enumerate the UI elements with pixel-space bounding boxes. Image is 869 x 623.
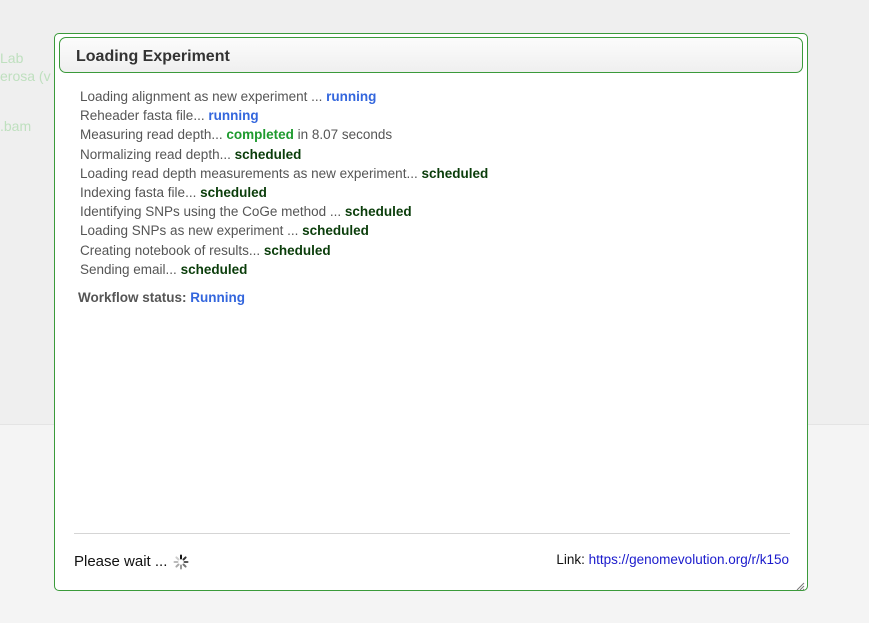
workflow-step-status: scheduled bbox=[344, 204, 412, 220]
workflow-step-status: completed bbox=[226, 127, 294, 143]
please-wait-indicator: Please wait ... bbox=[74, 553, 189, 570]
dialog-header[interactable]: Loading Experiment bbox=[59, 37, 803, 73]
share-link-url[interactable]: https://genomevolution.org/r/k15o bbox=[589, 552, 789, 567]
resize-grip-icon[interactable] bbox=[795, 578, 805, 591]
workflow-step-status: scheduled bbox=[200, 184, 267, 200]
workflow-step: Reheader fasta file... running bbox=[80, 106, 488, 125]
workflow-steps-list: Loading alignment as new experiment ... … bbox=[80, 87, 488, 279]
workflow-step-text: Measuring read depth... bbox=[80, 127, 227, 143]
workflow-step-status: running bbox=[326, 89, 377, 104]
workflow-step: Measuring read depth... completed in 8.0… bbox=[80, 125, 488, 144]
workflow-step-status: scheduled bbox=[421, 165, 489, 181]
background-text-genome: erosa (v bbox=[0, 68, 51, 84]
workflow-status: Workflow status: Running bbox=[78, 290, 245, 305]
workflow-step: Creating notebook of results... schedule… bbox=[80, 241, 488, 260]
workflow-step-status: scheduled bbox=[263, 242, 331, 258]
workflow-step: Identifying SNPs using the CoGe method .… bbox=[80, 202, 488, 221]
workflow-step-text: Creating notebook of results... bbox=[80, 242, 264, 258]
workflow-step-status: scheduled bbox=[234, 146, 302, 162]
background-text-lab: Lab bbox=[0, 50, 24, 66]
workflow-step-duration: in 8.07 seconds bbox=[293, 127, 393, 143]
footer-divider bbox=[74, 533, 790, 534]
workflow-step-text: Loading read depth measurements as new e… bbox=[80, 165, 422, 181]
dialog-title: Loading Experiment bbox=[76, 48, 230, 65]
workflow-step: Loading alignment as new experiment ... … bbox=[80, 87, 488, 106]
workflow-step-text: Indexing fasta file... bbox=[80, 184, 201, 200]
workflow-step-text: Loading SNPs as new experiment ... bbox=[80, 223, 303, 239]
workflow-step-text: Identifying SNPs using the CoGe method .… bbox=[80, 204, 345, 220]
workflow-step-status: scheduled bbox=[180, 261, 248, 277]
workflow-step-text: Normalizing read depth... bbox=[80, 146, 235, 162]
link-label: Link: bbox=[556, 552, 589, 567]
background-text-file: .bam bbox=[0, 118, 32, 134]
workflow-step: Normalizing read depth... scheduled bbox=[80, 145, 488, 164]
loading-spinner-icon bbox=[173, 554, 189, 570]
workflow-step-text: Sending email... bbox=[80, 261, 181, 277]
workflow-step-status: scheduled bbox=[302, 223, 369, 239]
workflow-step-status: running bbox=[208, 108, 259, 124]
loading-experiment-dialog: Loading Experiment Loading alignment as … bbox=[54, 33, 808, 591]
workflow-status-value: Running bbox=[190, 290, 245, 305]
please-wait-text: Please wait ... bbox=[74, 553, 168, 570]
workflow-step: Sending email... scheduled bbox=[80, 260, 488, 279]
workflow-step-text: Reheader fasta file... bbox=[80, 108, 209, 124]
workflow-step-text: Loading alignment as new experiment ... bbox=[80, 89, 327, 104]
share-link: Link: https://genomevolution.org/r/k15o bbox=[556, 552, 789, 567]
workflow-status-label: Workflow status: bbox=[78, 290, 191, 305]
workflow-step: Loading SNPs as new experiment ... sched… bbox=[80, 221, 488, 240]
workflow-step: Loading read depth measurements as new e… bbox=[80, 164, 488, 183]
workflow-step: Indexing fasta file... scheduled bbox=[80, 183, 488, 202]
